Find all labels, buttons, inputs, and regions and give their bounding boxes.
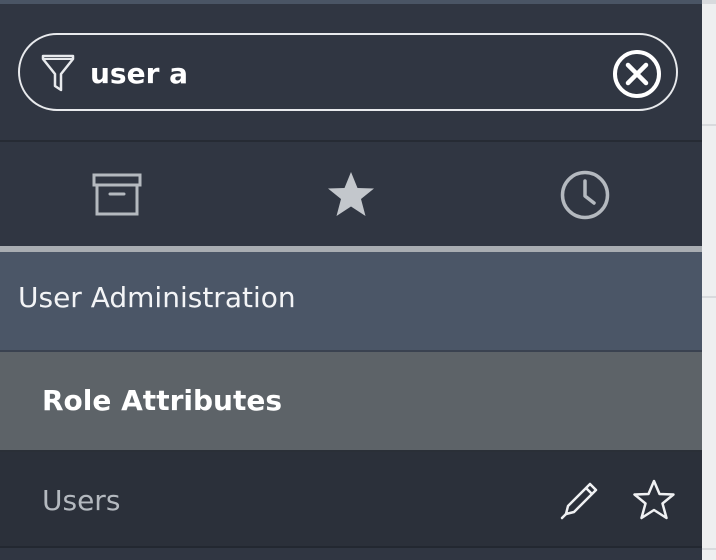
- navigator-panel: User Administration Role Attributes User…: [0, 0, 702, 560]
- clear-filter-icon[interactable]: [612, 49, 662, 99]
- nav-application-user-administration[interactable]: User Administration: [0, 252, 702, 352]
- tab-all-applications[interactable]: [0, 144, 234, 246]
- module-label: Role Attributes: [42, 384, 282, 417]
- page-edge: [702, 0, 716, 560]
- module-label: Users: [42, 484, 121, 517]
- page-divider: [702, 0, 716, 4]
- application-label: User Administration: [18, 281, 296, 314]
- star-outline-icon[interactable]: [632, 478, 676, 522]
- page-divider: [702, 296, 716, 298]
- nav-module-users[interactable]: Users: [0, 452, 702, 548]
- navigator-tabs: [0, 144, 702, 246]
- filter-search-box[interactable]: [18, 33, 678, 111]
- panel-bottom: [0, 548, 702, 560]
- filter-input[interactable]: [90, 51, 570, 95]
- filter-bar: [0, 4, 702, 142]
- nav-module-role-attributes[interactable]: Role Attributes: [0, 352, 702, 452]
- page-divider: [702, 124, 716, 126]
- pencil-edit-icon[interactable]: [558, 478, 602, 522]
- filter-funnel-icon: [40, 52, 76, 94]
- page-divider: [702, 548, 716, 550]
- tab-history[interactable]: [468, 144, 702, 246]
- tab-favorites[interactable]: [234, 144, 468, 246]
